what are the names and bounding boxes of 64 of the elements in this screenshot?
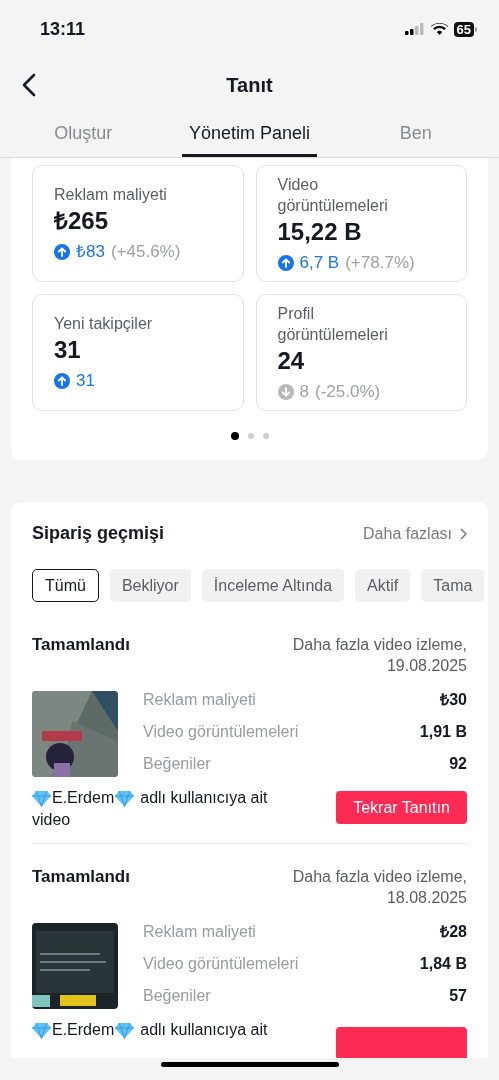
filter-chip[interactable]: İnceleme Altında (201, 569, 345, 602)
chevron-right-icon (460, 527, 467, 540)
arrow-down-icon (277, 383, 294, 400)
stat-delta: 6,7 B (299, 251, 340, 274)
tab[interactable]: Oluştur (47, 112, 120, 157)
filter-chip[interactable]: Tama (421, 569, 485, 602)
metric-value: ₺30 (440, 690, 467, 710)
metric-label: Beğeniler (143, 754, 211, 774)
diamond-icon (32, 1021, 51, 1039)
owner-text: adlı kullanıcıya ait (140, 788, 268, 808)
more-link[interactable]: Daha fazlası (363, 521, 467, 546)
stat-label: Profil görüntülemeleri (277, 303, 389, 345)
filter-chip[interactable]: Aktif (355, 569, 411, 602)
metric-value: 1,84 B (419, 954, 467, 974)
stat-value: 24 (277, 345, 306, 376)
signal-icon (404, 23, 425, 35)
wifi-icon (430, 23, 448, 35)
section-title: Sipariş geçmişi (32, 522, 165, 545)
promote-again-button[interactable]: Tekrar Tanıtın (336, 791, 467, 824)
metric-label: Video görüntülemeleri (143, 954, 299, 974)
diamond-icon (115, 1021, 135, 1039)
order-status: Tamamlandı (32, 634, 130, 656)
metric-value: 92 (449, 754, 467, 774)
stat-label: Reklam maliyeti (54, 185, 168, 205)
filter-chip[interactable]: Tümü (32, 569, 99, 602)
arrow-up-icon (277, 254, 294, 271)
promote-again-button[interactable] (336, 1027, 467, 1058)
stat-label: Video görüntülemeleri (277, 174, 389, 216)
stat-value: 31 (54, 335, 82, 365)
stat-delta: ₺83 (76, 241, 105, 263)
metric-label: Reklam maliyeti (143, 690, 256, 710)
status-time: 13:11 (40, 17, 86, 41)
stat-percent: (+45.6%) (110, 241, 181, 263)
arrow-up-icon (54, 373, 70, 389)
back-icon[interactable] (22, 73, 36, 97)
metric-value: ₺28 (440, 922, 467, 942)
owner-text: video (32, 810, 71, 830)
order-goal: Daha fazla video izleme, (292, 635, 467, 655)
order-date: 19.08.2025 (386, 656, 467, 676)
diamond-icon (115, 789, 135, 807)
order-date: 18.08.2025 (386, 888, 467, 908)
stat-value: 15,22 B (277, 216, 363, 247)
stat-value: ₺265 (54, 206, 110, 236)
metric-label: Beğeniler (143, 986, 211, 1006)
diamond-icon (32, 789, 51, 807)
owner-name: E.Erdem (52, 788, 115, 808)
stat-delta: 8 (299, 380, 309, 403)
metric-label: Video görüntülemeleri (143, 722, 299, 742)
metric-label: Reklam maliyeti (143, 922, 256, 942)
stat-label: Yeni takipçiler (54, 314, 154, 334)
filter-chip[interactable]: Bekliyor (109, 569, 191, 602)
stat-delta: 31 (76, 370, 95, 392)
battery-indicator: 65 (453, 21, 477, 37)
order-goal: Daha fazla video izleme, (292, 867, 467, 887)
owner-text: adlı kullanıcıya ait (140, 1020, 268, 1040)
page-title: Tanıt (226, 73, 273, 98)
owner-name: E.Erdem (52, 1020, 115, 1040)
metric-value: 57 (449, 986, 467, 1006)
stat-percent: (+78.7%) (345, 251, 415, 274)
order-status: Tamamlandı (32, 866, 130, 888)
arrow-up-icon (54, 244, 70, 260)
metric-value: 1,91 B (419, 722, 467, 742)
tab[interactable]: Ben (392, 112, 439, 157)
stat-percent: (-25.0%) (314, 380, 381, 403)
